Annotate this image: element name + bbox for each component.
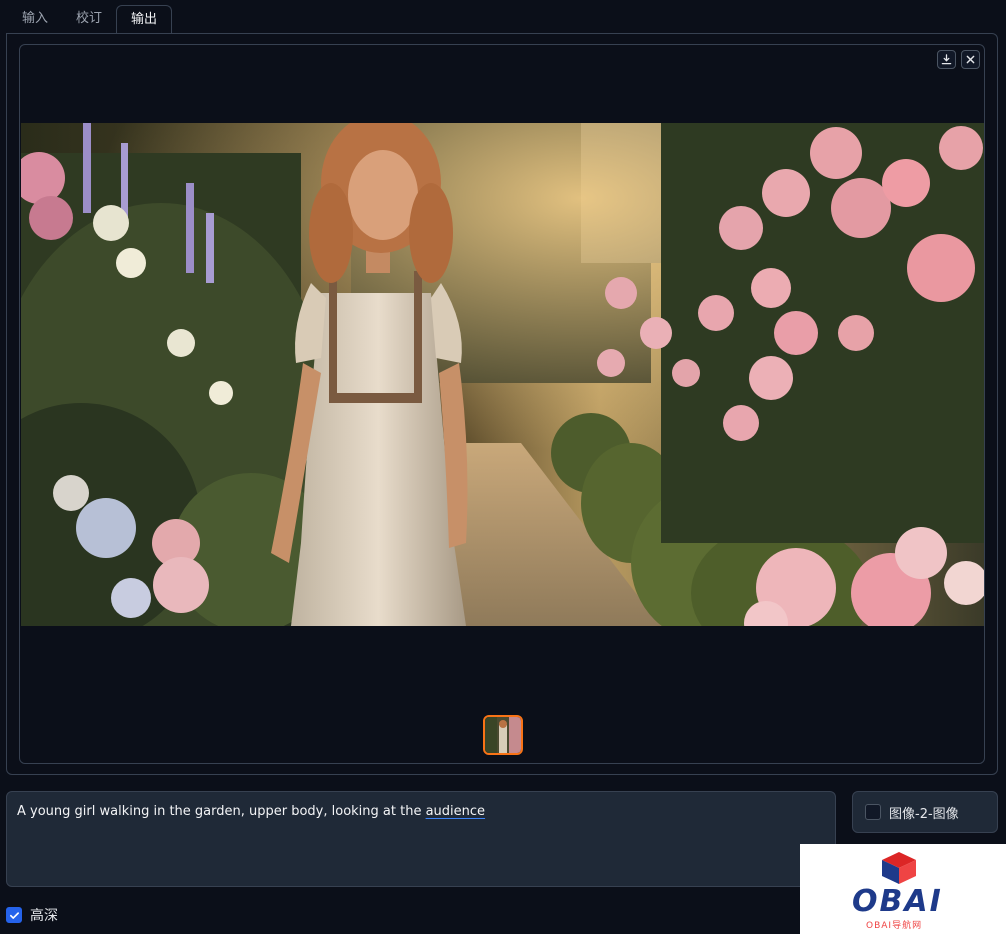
image-gallery — [19, 44, 985, 764]
output-panel — [6, 33, 998, 775]
thumbnail-0[interactable] — [483, 715, 523, 755]
prompt-underlined-word: audience — [425, 804, 486, 819]
hd-checkbox[interactable] — [6, 907, 22, 923]
generated-image[interactable] — [21, 123, 984, 626]
garden-girl-illustration — [21, 123, 984, 626]
watermark-brand: OBAI — [852, 884, 943, 919]
img2img-checkbox[interactable] — [865, 804, 881, 820]
tab-output[interactable]: 输出 — [116, 5, 173, 34]
watermark-logo: OBAI OBAI导航网 — [800, 844, 1006, 934]
prompt-textbox[interactable]: A young girl walking in the garden, uppe… — [6, 791, 836, 887]
hd-option[interactable]: 高深 — [6, 905, 58, 925]
thumbnail-image — [485, 717, 521, 753]
tab-input[interactable]: 输入 — [8, 5, 62, 34]
download-button[interactable] — [937, 50, 956, 69]
download-icon — [941, 54, 952, 65]
cube-logo-icon — [882, 852, 916, 884]
watermark-subtitle: OBAI导航网 — [866, 921, 923, 931]
tab-revise[interactable]: 校订 — [62, 5, 116, 34]
img2img-option[interactable]: 图像-2-图像 — [852, 791, 998, 833]
prompt-text: A young girl walking in the garden, uppe… — [17, 804, 426, 819]
img2img-label: 图像-2-图像 — [889, 806, 959, 822]
close-icon — [966, 55, 975, 64]
hd-label: 高深 — [30, 908, 58, 924]
close-button[interactable] — [961, 50, 980, 69]
tab-bar: 输入 校订 输出 — [8, 5, 173, 34]
check-icon — [9, 911, 19, 919]
